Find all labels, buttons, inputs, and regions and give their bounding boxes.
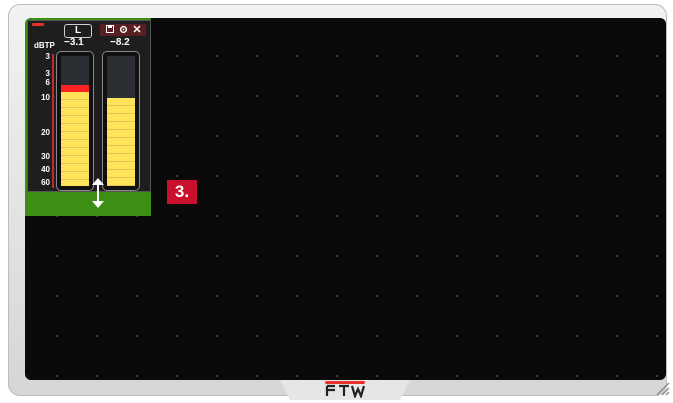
resize-grip-icon[interactable] bbox=[654, 380, 670, 396]
instance-indicator bbox=[32, 23, 44, 26]
device-frame: L dBTP −3.1 −8.2 3 3 6 10 20 30 40 60 3. bbox=[8, 4, 670, 400]
peak-hold-indicator bbox=[61, 85, 89, 92]
right-channel-meter bbox=[102, 51, 140, 191]
scale-tick: 30 bbox=[41, 152, 50, 161]
rtw-logo bbox=[321, 378, 371, 400]
left-level-bar bbox=[61, 92, 89, 186]
right-level-bar bbox=[107, 98, 135, 186]
scale-tick: 60 bbox=[41, 178, 50, 187]
scale-axis bbox=[52, 54, 54, 188]
scale-tick: 20 bbox=[41, 128, 50, 137]
tp-meter-widget[interactable]: L dBTP −3.1 −8.2 3 3 6 10 20 30 40 60 bbox=[25, 18, 151, 216]
channel-selector[interactable]: L bbox=[64, 24, 92, 38]
scale-tick: 6 bbox=[45, 78, 50, 87]
save-icon[interactable] bbox=[104, 25, 116, 35]
right-peak-value: −8.2 bbox=[110, 37, 130, 48]
display-screen: L dBTP −3.1 −8.2 3 3 6 10 20 30 40 60 3. bbox=[25, 18, 666, 380]
scale-tick: 10 bbox=[41, 93, 50, 102]
step-marker: 3. bbox=[167, 180, 197, 204]
scale-tick: 3 bbox=[45, 69, 50, 78]
left-channel-meter bbox=[56, 51, 94, 191]
resize-vertical-icon[interactable] bbox=[88, 176, 108, 210]
widget-toolbar bbox=[100, 24, 146, 36]
scale-tick: 3 bbox=[45, 52, 50, 61]
settings-icon[interactable] bbox=[117, 25, 129, 35]
unit-label: dBTP bbox=[34, 41, 55, 50]
close-icon[interactable] bbox=[131, 25, 143, 35]
scale-tick: 40 bbox=[41, 165, 50, 174]
left-peak-value: −3.1 bbox=[64, 37, 84, 48]
meter-panel: L dBTP −3.1 −8.2 3 3 6 10 20 30 40 60 bbox=[27, 20, 151, 192]
